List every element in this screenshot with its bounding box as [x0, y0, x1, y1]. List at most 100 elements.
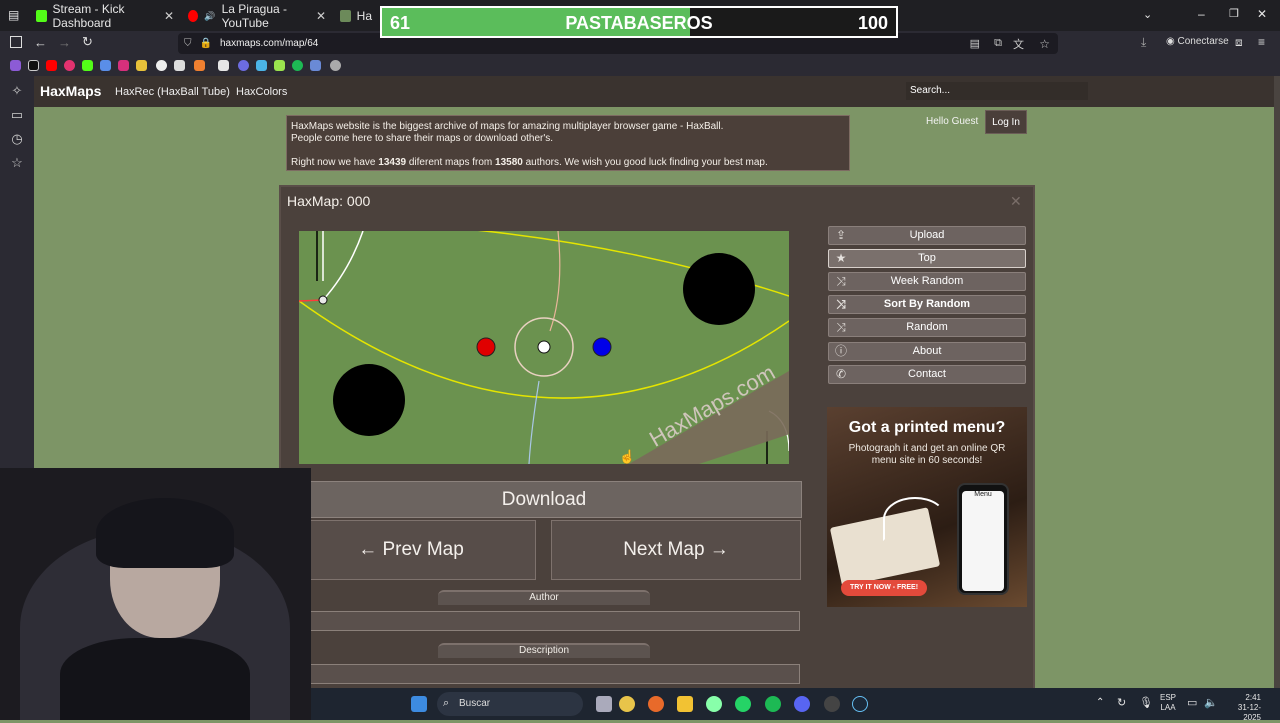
- account-label: Conectarse: [1177, 36, 1229, 47]
- close-panel-icon[interactable]: ✕: [1010, 193, 1022, 210]
- task-view-icon[interactable]: [596, 696, 612, 712]
- shuffle-icon: ⤨: [836, 297, 846, 311]
- extensions-icon[interactable]: ⧈: [1235, 35, 1243, 50]
- bookmarks-icon[interactable]: ☆: [10, 156, 24, 170]
- speaker-icon: 🔊: [204, 10, 216, 21]
- close-icon[interactable]: ✕: [316, 9, 326, 23]
- menu-upload-button[interactable]: ⇪ Upload: [828, 226, 1026, 245]
- file-explorer-icon[interactable]: [677, 696, 693, 712]
- spotify-icon[interactable]: [765, 696, 781, 712]
- ad-banner[interactable]: Got a printed menu? Photograph it and ge…: [827, 407, 1027, 607]
- volume-icon[interactable]: 🔈: [1204, 696, 1218, 709]
- hair-image: [96, 498, 234, 568]
- ai-chat-icon[interactable]: ✧: [10, 84, 24, 98]
- windows-start-icon[interactable]: [411, 696, 427, 712]
- steam-icon[interactable]: [852, 696, 868, 712]
- nav-link-haxrec[interactable]: HaxRec (HaxBall Tube): [115, 86, 230, 98]
- search-input[interactable]: Search...: [906, 82, 1088, 100]
- bookmark-icon[interactable]: [256, 60, 267, 71]
- bookmark-icon[interactable]: [156, 60, 167, 71]
- bookmark-icon[interactable]: [64, 60, 75, 71]
- download-icon[interactable]: ⤓: [1141, 35, 1146, 50]
- translate-icon[interactable]: 文: [1013, 36, 1024, 52]
- screenshot-icon[interactable]: ⧉: [994, 37, 1002, 50]
- tiktok-icon[interactable]: [28, 60, 39, 71]
- monitor-icon[interactable]: ▭: [1187, 696, 1197, 709]
- back-icon[interactable]: ←: [34, 35, 47, 50]
- prev-map-button[interactable]: ← Prev Map: [286, 520, 536, 580]
- menu-about-button[interactable]: ⓘ About: [828, 342, 1026, 361]
- tab-kick[interactable]: Stream - Kick Dashboard ✕: [28, 2, 178, 30]
- forward-icon[interactable]: →: [58, 35, 71, 50]
- spotify-icon[interactable]: [292, 60, 303, 71]
- whatsapp-icon[interactable]: [735, 696, 751, 712]
- discord-icon[interactable]: [238, 60, 249, 71]
- discord-icon[interactable]: [794, 696, 810, 712]
- intro-text: Right now we have: [291, 157, 379, 168]
- language-indicator[interactable]: ESP LAA: [1160, 693, 1176, 713]
- menu-label: Week Random: [890, 275, 964, 287]
- map-preview[interactable]: HaxMaps.com ☝: [299, 231, 789, 464]
- tray-app-icon[interactable]: ↻: [1117, 696, 1126, 709]
- page-scrollbar[interactable]: [1274, 76, 1280, 720]
- description-label: Description: [438, 643, 650, 658]
- tray-chevron-icon[interactable]: ⌃: [1096, 697, 1104, 708]
- synced-tabs-icon[interactable]: ▭: [10, 108, 24, 122]
- url-text[interactable]: haxmaps.com/map/64: [220, 38, 318, 49]
- ad-headline: Got a printed menu?: [848, 419, 1006, 436]
- ad-body: Photograph it and get an online QR menu …: [848, 443, 1006, 466]
- close-window-icon[interactable]: ✕: [1257, 7, 1267, 21]
- drive-icon[interactable]: [136, 60, 147, 71]
- minimize-icon[interactable]: –: [1198, 7, 1205, 21]
- menu-label: About: [912, 345, 942, 357]
- ad-cta-button[interactable]: TRY IT NOW - FREE!: [841, 580, 927, 596]
- login-button[interactable]: Log In: [985, 110, 1027, 134]
- tab-youtube[interactable]: 🔊 La Piragua - YouTube ✕: [180, 2, 330, 30]
- bookmark-star-icon[interactable]: ☆: [1039, 37, 1050, 51]
- history-icon[interactable]: ◷: [10, 132, 24, 146]
- menu-contact-button[interactable]: ✆ Contact: [828, 365, 1026, 384]
- sidebar-toggle-icon[interactable]: [10, 36, 22, 48]
- close-icon[interactable]: ✕: [164, 9, 174, 23]
- star-icon: ★: [835, 251, 847, 265]
- microphone-icon[interactable]: 🎙: [1139, 696, 1153, 709]
- search-icon: ⌕: [443, 697, 450, 709]
- menu-random-button[interactable]: ⤨ Random: [828, 318, 1026, 337]
- globe-icon[interactable]: [330, 60, 341, 71]
- reader-icon[interactable]: ▤: [970, 37, 980, 50]
- clock[interactable]: 2:41 31-12-2025: [1225, 693, 1261, 723]
- account-button[interactable]: ◉ Conectarse: [1166, 36, 1229, 47]
- bookmark-icon[interactable]: [100, 60, 111, 71]
- twitch-icon[interactable]: [10, 60, 21, 71]
- bookmark-icon[interactable]: [310, 60, 321, 71]
- tab-haxmaps[interactable]: Ha: [332, 4, 380, 28]
- kick-icon[interactable]: [82, 60, 93, 71]
- bookmark-icon[interactable]: [274, 60, 285, 71]
- nav-link-haxcolors[interactable]: HaxColors: [236, 86, 287, 98]
- instagram-icon[interactable]: [118, 60, 129, 71]
- taskbar-search-label: Buscar: [459, 698, 491, 709]
- youtube-icon[interactable]: [46, 60, 57, 71]
- chrome-icon[interactable]: [619, 696, 635, 712]
- menu-top-button[interactable]: ★ Top: [828, 249, 1026, 268]
- obs-icon[interactable]: [824, 696, 840, 712]
- restore-icon[interactable]: ❐: [1229, 7, 1239, 20]
- menu-sort-random-button[interactable]: ⤨ Sort By Random: [828, 295, 1026, 314]
- download-button[interactable]: Download: [286, 481, 802, 518]
- reload-icon[interactable]: ↻: [82, 34, 93, 50]
- menu-icon[interactable]: ≡: [1258, 35, 1265, 49]
- intro-box: HaxMaps website is the biggest archive o…: [286, 115, 850, 171]
- chevron-down-icon[interactable]: ⌄: [1143, 8, 1152, 21]
- taskbar-search[interactable]: ⌕ Buscar: [437, 692, 583, 716]
- site-logo[interactable]: HaxMaps: [40, 83, 101, 99]
- tab-list-icon[interactable]: ▤: [8, 8, 19, 22]
- author-label: Author: [438, 590, 650, 605]
- bookmark-icon[interactable]: [218, 60, 229, 71]
- webcam-overlay: [0, 468, 311, 720]
- soundcloud-icon[interactable]: [194, 60, 205, 71]
- next-map-button[interactable]: Next Map →: [551, 520, 801, 580]
- menu-week-random-button[interactable]: ⤨ Week Random: [828, 272, 1026, 291]
- firefox-icon[interactable]: [648, 696, 664, 712]
- settings-icon[interactable]: [706, 696, 722, 712]
- bookmark-icon[interactable]: [174, 60, 185, 71]
